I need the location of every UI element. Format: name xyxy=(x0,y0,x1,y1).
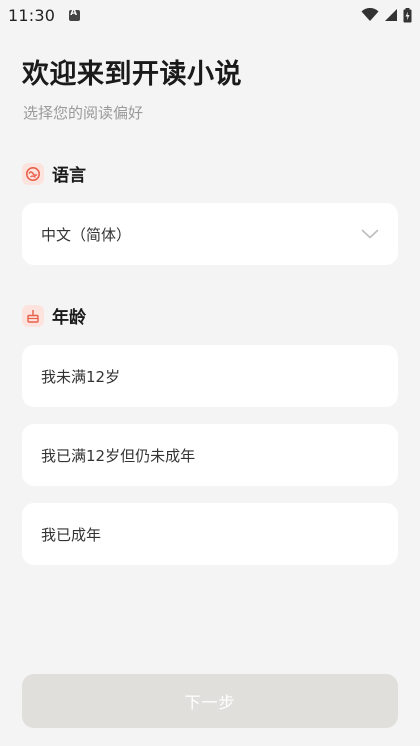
age-option-label: 我已满12岁但仍未成年 xyxy=(41,446,196,465)
page-subtitle: 选择您的阅读偏好 xyxy=(23,104,144,122)
age-option-under-12[interactable]: 我未满12岁 xyxy=(22,345,398,407)
status-time: 11:30 xyxy=(8,5,56,25)
page-title: 欢迎来到开读小说 xyxy=(22,59,242,90)
language-label: 语言 xyxy=(52,166,86,186)
notification-icon xyxy=(69,8,81,21)
language-section-header: 语言 xyxy=(22,161,86,186)
age-option-label: 我未满12岁 xyxy=(41,367,121,386)
chevron-down-icon xyxy=(361,229,379,239)
next-button[interactable]: 下一步 xyxy=(22,674,398,728)
status-bar: 11:30 xyxy=(0,0,420,30)
wifi-icon xyxy=(361,8,379,21)
signal-icon xyxy=(385,9,397,21)
age-section-header: 年龄 xyxy=(22,303,86,328)
cake-icon xyxy=(22,304,44,327)
age-option-adult[interactable]: 我已成年 xyxy=(22,503,398,565)
language-selected-value: 中文（简体） xyxy=(41,225,132,244)
language-icon xyxy=(22,162,44,185)
language-select[interactable]: 中文（简体） xyxy=(22,203,398,265)
age-option-12-to-minor[interactable]: 我已满12岁但仍未成年 xyxy=(22,424,398,486)
age-option-label: 我已成年 xyxy=(41,525,102,544)
battery-icon xyxy=(403,7,412,22)
status-icons xyxy=(361,7,412,23)
age-label: 年龄 xyxy=(52,308,86,328)
